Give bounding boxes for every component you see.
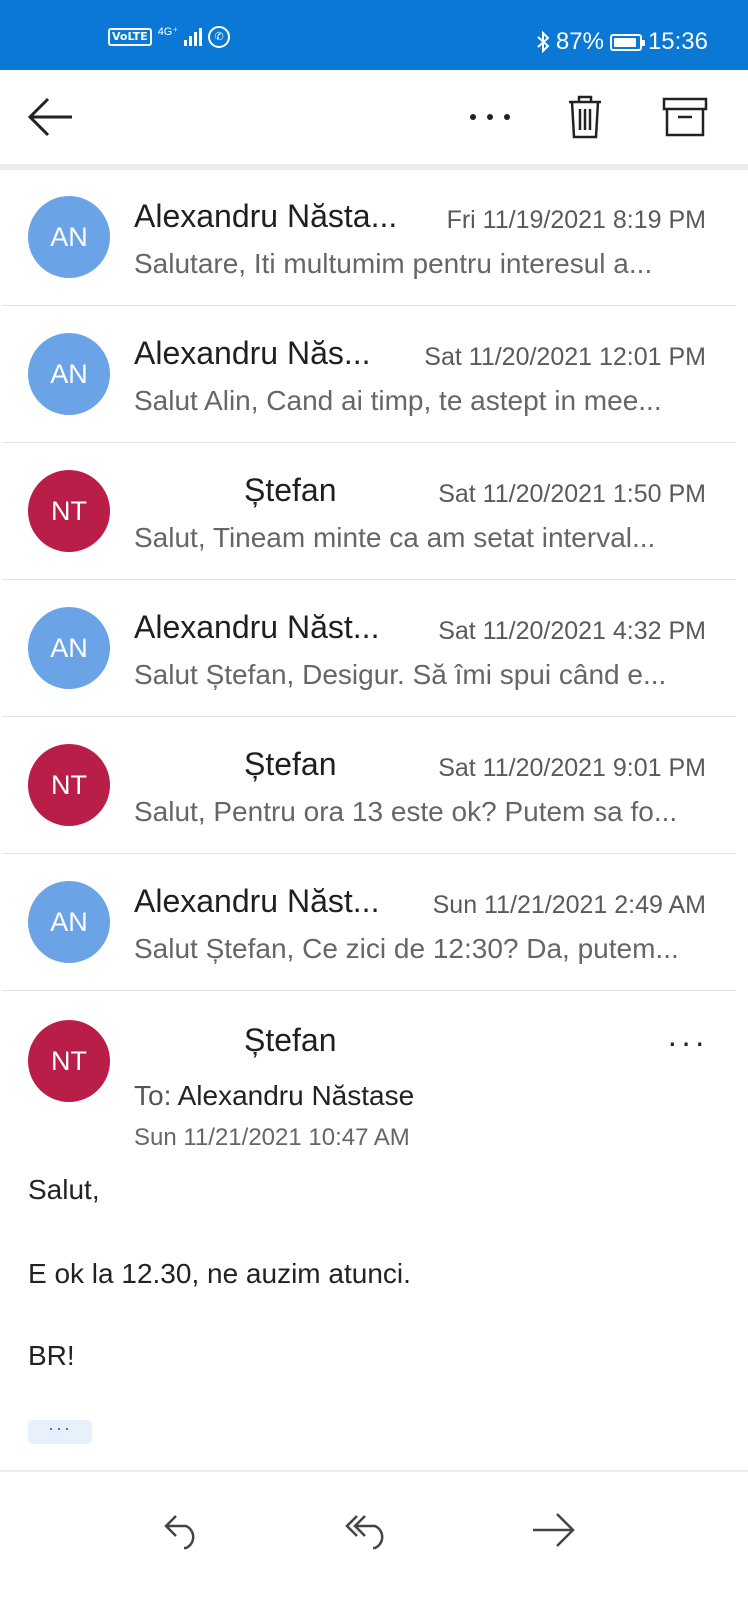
reply-all-icon xyxy=(345,1515,384,1550)
sender-name: Alexandru Năst... xyxy=(134,883,380,919)
sender-name: Ștefan xyxy=(244,472,337,508)
sender-name: Alexandru Năs... xyxy=(134,335,371,371)
avatar: AN xyxy=(28,196,110,278)
message-preview: Salut Alin, Cand ai timp, te astept in m… xyxy=(134,385,662,416)
message-preview: Salutare, Iti multumim pentru interesul … xyxy=(134,248,653,279)
archive-icon xyxy=(662,97,708,137)
volte-indicator: VoLTE xyxy=(108,28,152,46)
status-bar-left: VoLTE 4G⁺ ✆ xyxy=(108,25,231,48)
bottom-action-bar xyxy=(0,1472,748,1600)
message-body-line: Salut, xyxy=(28,1174,100,1205)
show-quoted-text-button[interactable]: ··· xyxy=(28,1419,92,1444)
message-preview: Salut, Tineam minte ca am setat interval… xyxy=(134,522,656,553)
more-options-button[interactable] xyxy=(462,70,518,164)
archive-button[interactable] xyxy=(658,70,712,164)
message-row[interactable]: AN Alexandru Năst... Sat 11/20/2021 4:32… xyxy=(2,581,736,717)
reply-icon xyxy=(164,1515,195,1550)
back-button[interactable] xyxy=(22,70,78,164)
message-toolbar xyxy=(0,70,748,164)
message-body-line: BR! xyxy=(28,1340,75,1371)
message-body-line: E ok la 12.30, ne auzim atunci. xyxy=(28,1258,411,1289)
clock: 15:36 xyxy=(647,28,708,55)
message-date: Sat 11/20/2021 4:32 PM xyxy=(438,617,706,645)
whatsapp-icon: ✆ xyxy=(208,26,231,48)
battery-percent: 87% xyxy=(555,28,604,55)
sender-name: Alexandru Năst... xyxy=(134,609,380,645)
recipient-line: To: Alexandru Năstase xyxy=(134,1080,414,1112)
forward-button[interactable] xyxy=(524,1500,584,1560)
sender-name: Alexandru Năsta... xyxy=(134,198,398,234)
delete-button[interactable] xyxy=(560,70,610,164)
reply-all-button[interactable] xyxy=(338,1500,398,1560)
message-row[interactable]: AN Alexandru Năs... Sat 11/20/2021 12:01… xyxy=(2,307,736,443)
expanded-message: NT Ștefan ··· To: Alexandru Năstase Sun … xyxy=(2,994,736,1470)
avatar: NT xyxy=(28,470,110,552)
to-label: To: xyxy=(134,1080,172,1111)
message-date: Sun 11/21/2021 2:49 AM xyxy=(432,891,706,919)
forward-icon xyxy=(533,1513,575,1547)
message-date: Sat 11/20/2021 9:01 PM xyxy=(438,754,706,782)
sender-name: Ștefan xyxy=(244,746,337,782)
avatar: AN xyxy=(28,607,110,689)
more-horizontal-icon xyxy=(470,114,510,120)
status-bar: VoLTE 4G⁺ ✆ 87% 15:36 xyxy=(0,0,748,70)
message-date: Sat 11/20/2021 12:01 PM xyxy=(424,343,706,371)
message-date: Fri 11/19/2021 8:19 PM xyxy=(446,206,706,234)
reply-button[interactable] xyxy=(152,1500,212,1560)
bluetooth-icon xyxy=(537,31,550,53)
back-arrow-icon xyxy=(27,97,72,137)
message-date: Sat 11/20/2021 1:50 PM xyxy=(438,480,706,508)
message-date: Sun 11/21/2021 10:47 AM xyxy=(134,1124,410,1151)
signal-icon xyxy=(184,28,203,46)
recipient-name[interactable]: Alexandru Năstase xyxy=(178,1080,415,1111)
avatar: AN xyxy=(28,333,110,415)
message-preview: Salut Ștefan, Desigur. Să îmi spui când … xyxy=(134,659,667,690)
message-row[interactable]: NT Ștefan Sat 11/20/2021 9:01 PM Salut, … xyxy=(2,718,736,854)
message-preview: Salut, Pentru ora 13 este ok? Putem sa f… xyxy=(134,796,678,827)
battery-icon xyxy=(609,33,645,51)
avatar: AN xyxy=(28,881,110,963)
message-row[interactable]: AN Alexandru Năst... Sun 11/21/2021 2:49… xyxy=(2,855,736,991)
message-row[interactable]: NT Ștefan Sat 11/20/2021 1:50 PM Salut, … xyxy=(2,444,736,580)
network-type: 4G⁺ xyxy=(157,25,179,38)
avatar: NT xyxy=(28,744,110,826)
sender-name: Ștefan xyxy=(244,1022,337,1058)
message-more-button[interactable]: ··· xyxy=(667,1024,708,1061)
status-bar-right: 87% 15:36 xyxy=(536,28,708,56)
trash-icon xyxy=(569,95,601,139)
message-row[interactable]: AN Alexandru Năsta... Fri 11/19/2021 8:1… xyxy=(2,170,736,306)
avatar: NT xyxy=(28,1020,110,1102)
message-preview: Salut Ștefan, Ce zici de 12:30? Da, pute… xyxy=(134,933,679,964)
